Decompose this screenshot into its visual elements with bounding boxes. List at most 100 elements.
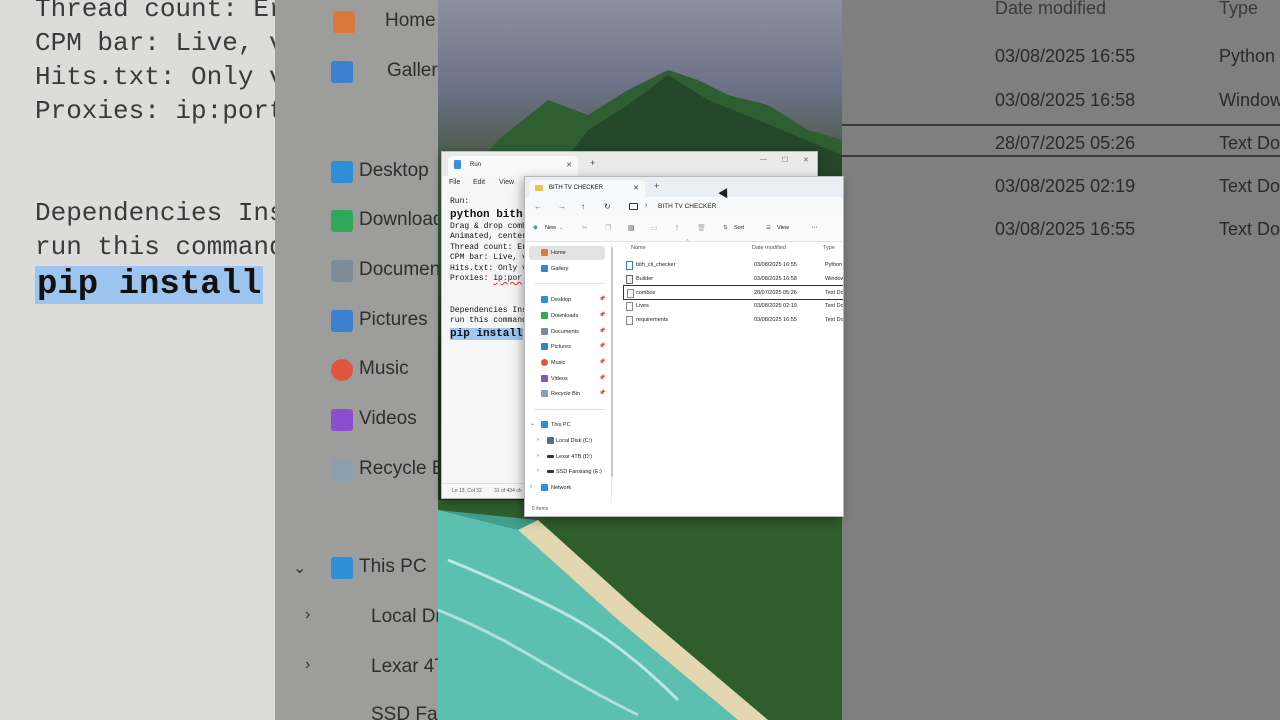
file-list: Name Date modified Type ^ bith_cli_check…	[620, 239, 843, 503]
file-explorer-window[interactable]: BITH TV CHECKER ✕ + ← → ↑ ↻ › BITH TV CH…	[524, 176, 844, 517]
explorer-titlebar[interactable]: BITH TV CHECKER ✕ +	[525, 177, 843, 197]
chevron-right-icon[interactable]: ›	[537, 468, 539, 474]
pin-icon[interactable]: 📌	[599, 328, 605, 334]
documents-icon	[541, 328, 548, 335]
executable-file-icon	[626, 275, 633, 284]
sidebar-item-documents[interactable]: Documents 📌	[529, 325, 605, 339]
bg-nav-item: Lexar 4T	[371, 656, 438, 677]
chevron-right-icon[interactable]: ›	[537, 437, 539, 443]
music-icon	[541, 359, 548, 366]
sort-icon[interactable]: ⇅	[723, 225, 728, 231]
pin-icon[interactable]: 📌	[599, 312, 605, 318]
pin-icon[interactable]: 📌	[599, 359, 605, 365]
share-icon[interactable]: ⇪	[674, 224, 680, 232]
explorer-tab[interactable]: BITH TV CHECKER ✕	[529, 180, 645, 197]
chevron-right-icon[interactable]: ›	[537, 453, 539, 459]
menu-edit[interactable]: Edit	[473, 179, 485, 186]
sidebar-item-ssd[interactable]: › SSD Fanxiang (E:)	[529, 465, 605, 479]
refresh-icon[interactable]: ↻	[604, 202, 611, 211]
back-arrow-icon[interactable]: ←	[534, 202, 542, 211]
delete-icon[interactable]: 🗑	[697, 224, 706, 232]
cut-icon[interactable]: ✂	[582, 224, 588, 232]
recycle-bin-icon	[331, 459, 353, 481]
menu-view[interactable]: View	[499, 179, 514, 186]
sidebar-item-label: Home	[551, 250, 566, 256]
sidebar-item-desktop[interactable]: Desktop 📌	[529, 293, 605, 307]
pc-icon[interactable]	[629, 203, 638, 210]
close-window-icon[interactable]: ✕	[803, 156, 809, 164]
char-count: 31 of 434 ch	[494, 488, 522, 494]
column-header-date[interactable]: Date modified	[752, 245, 786, 251]
new-button[interactable]: New	[545, 225, 556, 231]
explorer-tab-title: BITH TV CHECKER	[549, 185, 603, 191]
bg-nav-item: Download	[359, 209, 438, 230]
menu-file[interactable]: File	[449, 179, 460, 186]
notepad-tab[interactable]: Run ✕	[448, 156, 578, 176]
pictures-icon	[331, 310, 353, 332]
text-line: python bith	[450, 208, 523, 221]
sidebar-item-label: Music	[551, 360, 566, 366]
view-button[interactable]: View	[777, 225, 789, 231]
copy-icon[interactable]: ❐	[605, 224, 611, 232]
notepad-text-area[interactable]: Run: python bith Drag & drop comb Animat…	[450, 197, 527, 341]
pin-icon[interactable]: 📌	[599, 390, 605, 396]
sidebar-scrollbar[interactable]	[611, 247, 613, 477]
sort-button[interactable]: Sort	[734, 225, 744, 231]
new-tab-button[interactable]: +	[654, 181, 659, 191]
breadcrumb[interactable]: BITH TV CHECKER	[658, 203, 716, 210]
pin-icon[interactable]: 📌	[599, 343, 605, 349]
pin-icon[interactable]: 📌	[599, 375, 605, 381]
notepad-titlebar[interactable]: Run ✕ + — ☐ ✕	[442, 152, 817, 176]
file-name: requirements	[636, 317, 669, 323]
minimize-icon[interactable]: —	[760, 156, 767, 163]
sidebar-item-this-pc[interactable]: ⌄ This PC	[529, 418, 605, 432]
sidebar-item-network[interactable]: › Network	[529, 481, 605, 495]
sidebar-item-label: Documents	[551, 329, 579, 335]
sidebar-item-label: This PC	[551, 422, 571, 428]
sidebar-item-local-disk[interactable]: › Local Disk (C:)	[529, 434, 605, 448]
table-row[interactable]: requirements 03/08/2025 16:55 Text Do	[623, 313, 843, 326]
close-icon[interactable]: ✕	[566, 161, 572, 169]
bg-type: Window	[1219, 90, 1280, 110]
gallery-icon	[331, 61, 353, 83]
bg-line-selected: pip install	[35, 266, 264, 304]
chevron-down-icon[interactable]: ⌄	[559, 225, 564, 231]
forward-arrow-icon[interactable]: →	[558, 202, 566, 211]
sidebar-item-videos[interactable]: Videos 📌	[529, 372, 605, 386]
pin-icon[interactable]: 📌	[599, 296, 605, 302]
column-header-type[interactable]: Type	[823, 245, 835, 251]
item-count: 5 items	[532, 506, 549, 512]
gallery-icon	[541, 265, 548, 272]
up-arrow-icon[interactable]: ↑	[581, 202, 585, 211]
sidebar-item-home[interactable]: Home	[529, 246, 605, 260]
sidebar-item-downloads[interactable]: Downloads 📌	[529, 309, 605, 323]
new-plus-icon[interactable]: ⊕	[533, 225, 538, 231]
view-icon[interactable]: ☰	[766, 225, 771, 231]
table-row[interactable]: Lives 03/08/2025 02:19 Text Do	[623, 299, 843, 312]
navigation-pane: Home Gallery Desktop 📌 Downloads 📌 Docum…	[525, 241, 612, 503]
bg-nav-item: Home	[385, 10, 436, 31]
sidebar-item-pictures[interactable]: Pictures 📌	[529, 340, 605, 354]
table-row-selected[interactable]: combos 28/07/2025 05:26 Text Do	[623, 285, 843, 300]
new-tab-button[interactable]: +	[590, 158, 595, 168]
column-header-name[interactable]: Name	[631, 245, 646, 251]
paste-icon[interactable]: ▤	[628, 224, 635, 232]
rename-icon[interactable]: ▭	[651, 224, 658, 232]
sidebar-item-music[interactable]: Music 📌	[529, 356, 605, 370]
download-icon	[331, 210, 353, 232]
table-row[interactable]: Builder 03/08/2025 16:58 Window	[623, 272, 843, 285]
videos-icon	[541, 375, 548, 382]
maximize-icon[interactable]: ☐	[782, 156, 788, 164]
close-icon[interactable]: ✕	[633, 184, 639, 192]
more-options-button[interactable]: ···	[812, 225, 818, 231]
chevron-right-icon[interactable]: ›	[530, 484, 532, 490]
drive-icon	[547, 455, 554, 458]
sidebar-item-recycle-bin[interactable]: Recycle Bin 📌	[529, 387, 605, 401]
recycle-bin-icon	[541, 390, 548, 397]
chevron-down-icon[interactable]: ⌄	[530, 420, 535, 427]
table-row[interactable]: bith_cli_checker 03/08/2025 16:55 Python	[623, 258, 843, 271]
cursor-position: Ln 13, Col 32	[452, 488, 482, 494]
sidebar-item-gallery[interactable]: Gallery	[529, 262, 605, 276]
sidebar-item-lexar[interactable]: › Lexar 4TB (D:)	[529, 450, 605, 464]
bg-selection-border	[842, 124, 1280, 126]
